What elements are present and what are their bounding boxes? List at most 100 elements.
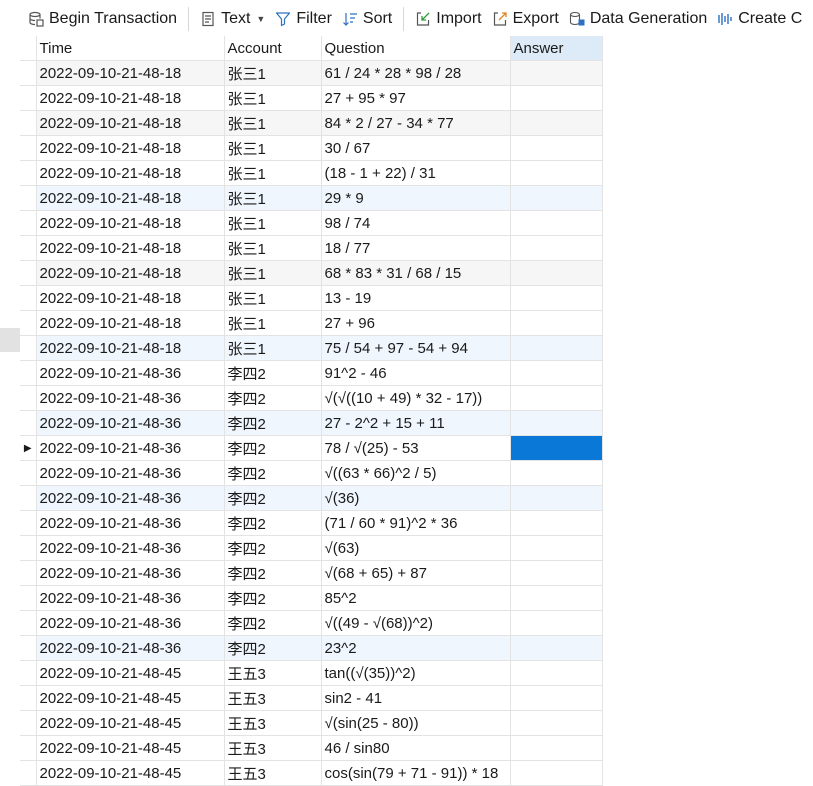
account-cell[interactable]: 王五3 [224, 735, 322, 761]
table-row[interactable]: 2022-09-10-21-48-18 张三1 (18 - 1 + 22) / 31 [20, 160, 603, 186]
time-cell[interactable]: 2022-09-10-21-48-18 [36, 310, 225, 336]
table-row[interactable]: 2022-09-10-21-48-36 李四2 (71 / 60 * 91)^2 *… [20, 510, 603, 536]
account-cell[interactable]: 李四2 [224, 360, 322, 386]
row-indicator[interactable] [20, 135, 37, 161]
column-header-question[interactable]: Question [321, 36, 511, 61]
time-cell[interactable]: 2022-09-10-21-48-18 [36, 285, 225, 311]
row-pointer-icon[interactable]: ▶ [20, 435, 37, 461]
account-cell[interactable]: 张三1 [224, 135, 322, 161]
account-cell[interactable]: 王五3 [224, 685, 322, 711]
answer-cell[interactable] [510, 360, 603, 386]
account-cell[interactable]: 李四2 [224, 510, 322, 536]
question-cell[interactable]: 46 / sin80 [321, 735, 511, 761]
table-row[interactable]: 2022-09-10-21-48-36 李四2 √(√((10 + 49) * 32… [20, 385, 603, 411]
time-cell[interactable]: 2022-09-10-21-48-36 [36, 585, 225, 611]
row-indicator[interactable] [20, 310, 37, 336]
account-cell[interactable]: 张三1 [224, 235, 322, 261]
answer-cell[interactable] [510, 685, 603, 711]
answer-cell[interactable] [510, 760, 603, 786]
answer-cell[interactable] [510, 260, 603, 286]
row-indicator[interactable] [20, 485, 37, 511]
table-row[interactable]: 2022-09-10-21-48-36 李四2 27 - 2^2 + 15 + 11 [20, 410, 603, 436]
table-row[interactable]: 2022-09-10-21-48-18 张三1 13 - 19 [20, 285, 603, 311]
table-row[interactable]: 2022-09-10-21-48-36 李四2 √((49 - √(68))^2) [20, 610, 603, 636]
row-indicator[interactable] [20, 385, 37, 411]
row-indicator[interactable] [20, 735, 37, 761]
data-generation-button[interactable]: Data Generation [564, 4, 712, 34]
account-cell[interactable]: 李四2 [224, 635, 322, 661]
question-cell[interactable]: 27 - 2^2 + 15 + 11 [321, 410, 511, 436]
answer-cell[interactable] [510, 635, 603, 661]
answer-cell[interactable] [510, 285, 603, 311]
account-cell[interactable]: 李四2 [224, 385, 322, 411]
time-cell[interactable]: 2022-09-10-21-48-36 [36, 385, 225, 411]
question-cell[interactable]: 13 - 19 [321, 285, 511, 311]
question-cell[interactable]: 18 / 77 [321, 235, 511, 261]
account-cell[interactable]: 张三1 [224, 60, 322, 86]
answer-cell[interactable] [510, 135, 603, 161]
begin-transaction-button[interactable]: Begin Transaction [0, 4, 182, 34]
time-cell[interactable]: 2022-09-10-21-48-36 [36, 560, 225, 586]
export-button[interactable]: Export [487, 4, 564, 34]
row-indicator[interactable] [20, 185, 37, 211]
row-indicator[interactable] [20, 535, 37, 561]
answer-cell[interactable] [510, 610, 603, 636]
time-cell[interactable]: 2022-09-10-21-48-36 [36, 435, 225, 461]
question-cell[interactable]: 27 + 95 * 97 [321, 85, 511, 111]
question-cell[interactable]: √(sin(25 - 80)) [321, 710, 511, 736]
account-cell[interactable]: 张三1 [224, 285, 322, 311]
question-cell[interactable]: 68 * 83 * 31 / 68 / 15 [321, 260, 511, 286]
answer-cell[interactable] [510, 235, 603, 261]
account-cell[interactable]: 张三1 [224, 335, 322, 361]
create-chart-button[interactable]: Create C [712, 4, 807, 34]
answer-cell[interactable] [510, 585, 603, 611]
account-cell[interactable]: 张三1 [224, 160, 322, 186]
row-indicator[interactable] [20, 235, 37, 261]
account-cell[interactable]: 张三1 [224, 260, 322, 286]
question-cell[interactable]: √(63) [321, 535, 511, 561]
table-row[interactable]: 2022-09-10-21-48-18 张三1 98 / 74 [20, 210, 603, 236]
table-row[interactable]: 2022-09-10-21-48-36 李四2 23^2 [20, 635, 603, 661]
account-cell[interactable]: 李四2 [224, 435, 322, 461]
time-cell[interactable]: 2022-09-10-21-48-36 [36, 410, 225, 436]
account-cell[interactable]: 王五3 [224, 660, 322, 686]
time-cell[interactable]: 2022-09-10-21-48-18 [36, 110, 225, 136]
table-row[interactable]: 2022-09-10-21-48-18 张三1 84 * 2 / 27 - 34 *… [20, 110, 603, 136]
question-cell[interactable]: √((49 - √(68))^2) [321, 610, 511, 636]
time-cell[interactable]: 2022-09-10-21-48-36 [36, 485, 225, 511]
row-indicator[interactable] [20, 110, 37, 136]
answer-cell[interactable] [510, 85, 603, 111]
time-cell[interactable]: 2022-09-10-21-48-36 [36, 535, 225, 561]
account-cell[interactable]: 张三1 [224, 310, 322, 336]
text-button[interactable]: Text ▼ [195, 4, 270, 34]
table-row[interactable]: 2022-09-10-21-48-36 李四2 √((63 * 66)^2 / 5) [20, 460, 603, 486]
answer-cell[interactable] [510, 160, 603, 186]
answer-cell[interactable] [510, 385, 603, 411]
account-cell[interactable]: 李四2 [224, 485, 322, 511]
row-indicator[interactable] [20, 160, 37, 186]
table-row[interactable]: 2022-09-10-21-48-36 李四2 √(63) [20, 535, 603, 561]
time-cell[interactable]: 2022-09-10-21-48-18 [36, 135, 225, 161]
question-cell[interactable]: √(68 + 65) + 87 [321, 560, 511, 586]
table-row[interactable]: 2022-09-10-21-48-36 李四2 91^2 - 46 [20, 360, 603, 386]
filter-button[interactable]: Filter [270, 4, 337, 34]
answer-cell[interactable] [510, 185, 603, 211]
account-cell[interactable]: 张三1 [224, 185, 322, 211]
time-cell[interactable]: 2022-09-10-21-48-18 [36, 260, 225, 286]
question-cell[interactable]: √(36) [321, 485, 511, 511]
answer-cell[interactable] [510, 560, 603, 586]
time-cell[interactable]: 2022-09-10-21-48-18 [36, 60, 225, 86]
time-cell[interactable]: 2022-09-10-21-48-18 [36, 335, 225, 361]
account-cell[interactable]: 李四2 [224, 460, 322, 486]
time-cell[interactable]: 2022-09-10-21-48-45 [36, 760, 225, 786]
question-cell[interactable]: √(√((10 + 49) * 32 - 17)) [321, 385, 511, 411]
account-cell[interactable]: 李四2 [224, 585, 322, 611]
question-cell[interactable]: √((63 * 66)^2 / 5) [321, 460, 511, 486]
answer-cell[interactable] [510, 60, 603, 86]
column-header-account[interactable]: Account [224, 36, 322, 61]
time-cell[interactable]: 2022-09-10-21-48-18 [36, 85, 225, 111]
question-cell[interactable]: 84 * 2 / 27 - 34 * 77 [321, 110, 511, 136]
time-cell[interactable]: 2022-09-10-21-48-36 [36, 510, 225, 536]
time-cell[interactable]: 2022-09-10-21-48-45 [36, 685, 225, 711]
column-header-time[interactable]: Time [36, 36, 225, 61]
